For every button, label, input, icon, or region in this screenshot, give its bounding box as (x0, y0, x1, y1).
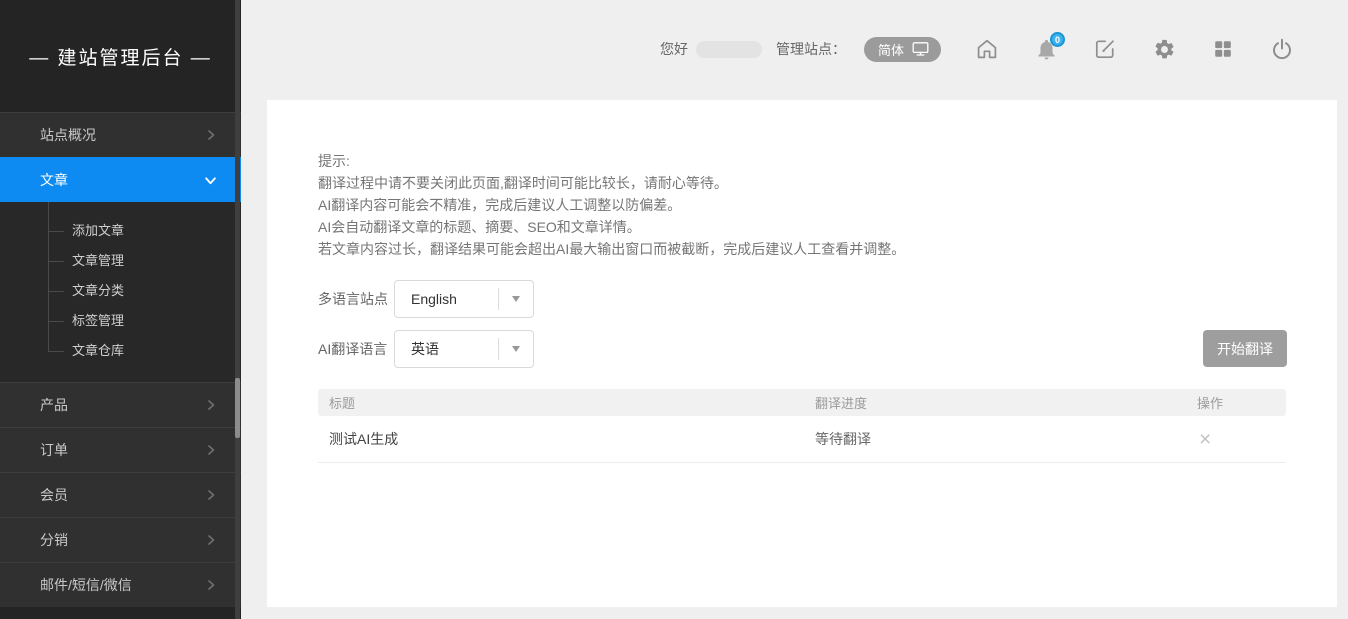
dropdown-arrow-icon (499, 296, 533, 302)
submenu-item-article-repository[interactable]: 文章仓库 (0, 336, 241, 366)
chevron-right-icon (205, 534, 217, 546)
monitor-icon (912, 41, 929, 57)
sidebar-item-label: 分销 (40, 530, 68, 550)
sidebar-item-label: 站点概况 (40, 125, 96, 145)
language-pill-label: 简体 (878, 40, 904, 59)
sidebar-item-label: 订单 (40, 440, 68, 460)
table-row: 测试AI生成 等待翻译 × (318, 416, 1286, 463)
ai-translate-language-value: 英语 (395, 339, 498, 359)
tips-block: 提示: 翻译过程中请不要关闭此页面,翻译时间可能比较长，请耐心等待。 AI翻译内… (318, 150, 905, 260)
chevron-down-icon (204, 174, 217, 187)
home-icon[interactable] (975, 37, 999, 61)
sidebar-item-label: 产品 (40, 395, 68, 415)
col-action: 操作 (1197, 393, 1286, 412)
sidebar-scrollbar-track (235, 0, 240, 619)
row-title: 测试AI生成 (318, 429, 815, 449)
ai-translate-language-select[interactable]: 英语 (394, 330, 534, 368)
header-icons: 0 (975, 37, 1294, 61)
close-icon[interactable]: × (1197, 429, 1213, 450)
translate-table: 标题 翻译进度 操作 测试AI生成 等待翻译 × (318, 389, 1286, 463)
chevron-right-icon (205, 129, 217, 141)
tip-line: 若文章内容过长，翻译结果可能会超出AI最大输出窗口而被截断，完成后建议人工查看并… (318, 238, 905, 260)
sidebar: — 建站管理后台 — 站点概况 文章 添加文章 文章管理 文章分类 标签管理 文… (0, 0, 241, 619)
language-site-pill[interactable]: 简体 (864, 37, 941, 62)
gear-icon[interactable] (1152, 37, 1176, 61)
sidebar-item-products[interactable]: 产品 (0, 382, 241, 427)
power-icon[interactable] (1270, 37, 1294, 61)
sidebar-item-label: 会员 (40, 485, 68, 505)
multilang-site-value: English (395, 291, 498, 307)
apps-grid-icon[interactable] (1211, 37, 1235, 61)
content-card: 提示: 翻译过程中请不要关闭此页面,翻译时间可能比较长，请耐心等待。 AI翻译内… (267, 100, 1337, 607)
submenu-item-add-article[interactable]: 添加文章 (0, 216, 241, 246)
row-progress: 等待翻译 (815, 429, 1197, 449)
bell-icon[interactable]: 0 (1034, 37, 1058, 61)
top-bar: 您好 管理站点： 简体 0 (241, 0, 1348, 98)
col-progress: 翻译进度 (815, 393, 1197, 412)
start-translate-button[interactable]: 开始翻译 (1203, 330, 1287, 367)
sidebar-item-members[interactable]: 会员 (0, 472, 241, 517)
chevron-right-icon (205, 444, 217, 456)
sidebar-item-articles[interactable]: 文章 (0, 157, 241, 202)
articles-submenu: 添加文章 文章管理 文章分类 标签管理 文章仓库 (0, 202, 241, 382)
sidebar-item-distribution[interactable]: 分销 (0, 517, 241, 562)
compose-icon[interactable] (1093, 37, 1117, 61)
redacted-username (696, 41, 762, 58)
chevron-right-icon (205, 489, 217, 501)
dropdown-arrow-icon (499, 346, 533, 352)
chevron-right-icon (205, 579, 217, 591)
sidebar-item-orders[interactable]: 订单 (0, 427, 241, 472)
manage-site-label: 管理站点： (776, 39, 846, 59)
ai-translate-language-row: AI翻译语言 英语 (318, 330, 534, 368)
multilang-site-row: 多语言站点 English (318, 280, 534, 318)
greeting-text: 您好 (660, 39, 688, 59)
submenu-item-article-management[interactable]: 文章管理 (0, 246, 241, 276)
sidebar-item-label: 文章 (40, 170, 68, 190)
sidebar-scrollbar-thumb[interactable] (235, 378, 240, 438)
chevron-right-icon (205, 399, 217, 411)
notification-badge: 0 (1050, 32, 1065, 47)
table-header-row: 标题 翻译进度 操作 (318, 389, 1286, 416)
tip-line: AI翻译内容可能会不精准，完成后建议人工调整以防偏差。 (318, 194, 905, 216)
sidebar-item-label: 邮件/短信/微信 (40, 575, 132, 595)
sidebar-item-site-overview[interactable]: 站点概况 (0, 112, 241, 157)
app-title: — 建站管理后台 — (0, 0, 241, 112)
submenu-item-tag-management[interactable]: 标签管理 (0, 306, 241, 336)
tips-title: 提示: (318, 150, 905, 172)
submenu-item-article-category[interactable]: 文章分类 (0, 276, 241, 306)
ai-translate-language-label: AI翻译语言 (318, 339, 394, 359)
sidebar-item-email-sms-wechat[interactable]: 邮件/短信/微信 (0, 562, 241, 607)
multilang-site-select[interactable]: English (394, 280, 534, 318)
tip-line: 翻译过程中请不要关闭此页面,翻译时间可能比较长，请耐心等待。 (318, 172, 905, 194)
tip-line: AI会自动翻译文章的标题、摘要、SEO和文章详情。 (318, 216, 905, 238)
multilang-site-label: 多语言站点 (318, 289, 394, 309)
col-title: 标题 (318, 393, 815, 412)
